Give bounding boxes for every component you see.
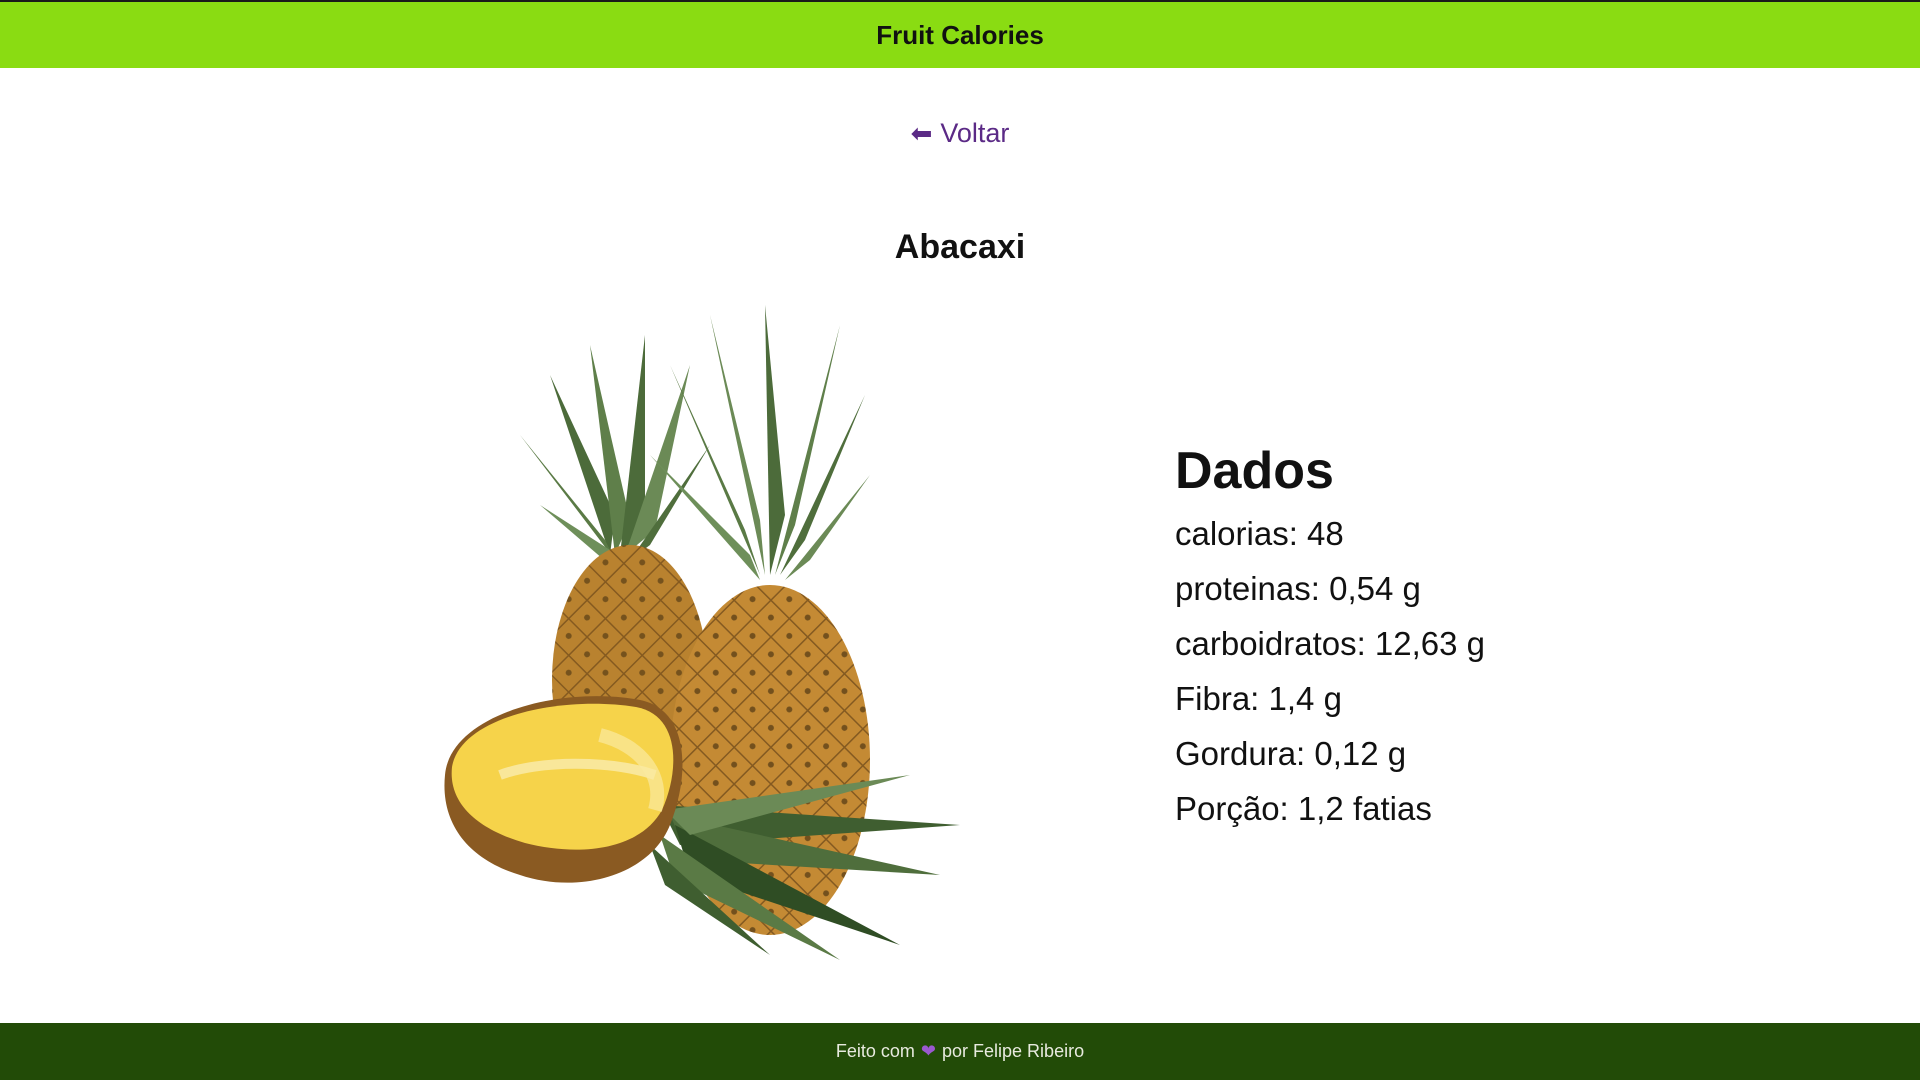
data-heading: Dados [1175,442,1334,500]
app-footer: Feito com ❤ por Felipe Ribeiro [0,1023,1920,1080]
pineapple-right-crown [650,305,870,580]
footer-author: por Felipe Ribeiro [942,1041,1085,1061]
fruit-title: Abacaxi [894,228,1026,266]
app-title: Fruit Calories [876,19,1044,50]
nutrition-row-portion: Porção: 1,2 fatias [1175,790,1432,827]
pineapple-left-crown [520,335,710,565]
app-header: Fruit Calories [0,0,1920,68]
arrow-left-icon: ⬅ [910,118,933,148]
footer-prefix: Feito com [835,1041,915,1061]
back-label: Voltar [940,118,1010,148]
back-link[interactable]: ⬅ Voltar [0,118,1920,149]
nutrition-panel: Dados calorias: 48 proteinas: 0,54 g car… [1175,440,1735,836]
cut-pineapple-half [444,696,683,883]
page: Fruit Calories ⬅ Voltar Abacaxi Dados ca… [0,0,1920,1080]
pineapple-image [444,305,960,960]
nutrition-row-fat: Gordura: 0,12 g [1175,735,1407,772]
nutrition-row-carbs: carboidratos: 12,63 g [1175,625,1486,662]
nutrition-row-calories: calorias: 48 [1175,515,1344,552]
heart-icon: ❤ [920,1041,937,1061]
nutrition-row-proteins: proteinas: 0,54 g [1175,570,1421,607]
nutrition-row-fiber: Fibra: 1,4 g [1175,680,1342,717]
